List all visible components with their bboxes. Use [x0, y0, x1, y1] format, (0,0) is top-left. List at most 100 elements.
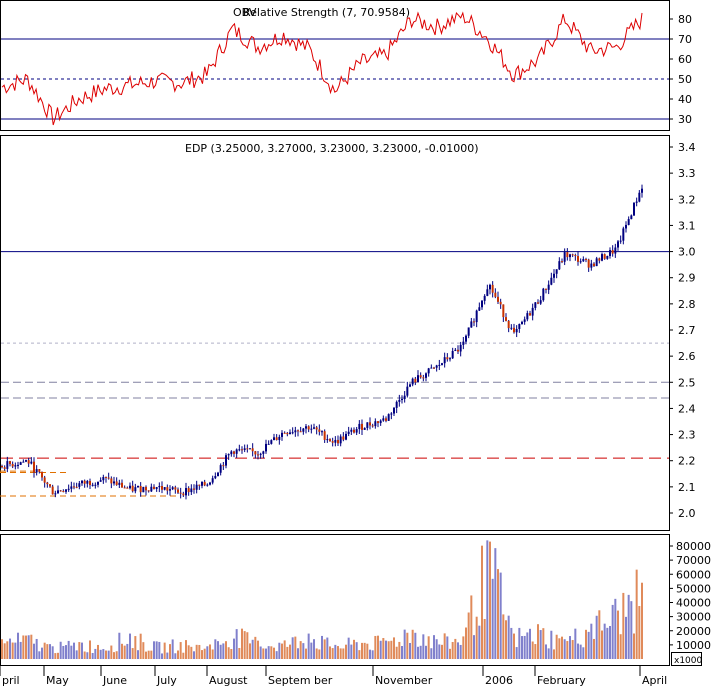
volume-bar: [129, 633, 131, 659]
candle-body: [211, 478, 214, 483]
candle-body: [430, 367, 433, 369]
candle-body: [113, 481, 115, 484]
volume-bar: [566, 641, 569, 659]
volume-bar: [361, 642, 363, 659]
volume-bar: [126, 643, 129, 659]
candle-body: [406, 386, 409, 396]
volume-bar: [563, 639, 566, 659]
volume-bar: [99, 649, 102, 659]
volume-bar: [483, 618, 486, 659]
volume-bar: [179, 642, 182, 659]
candle-body: [483, 295, 486, 301]
x-tick-label: 2006: [485, 674, 513, 687]
volume-bar: [177, 650, 179, 659]
volume-bar: [137, 650, 139, 659]
volume-bar: [577, 643, 579, 659]
candle-body: [35, 469, 38, 473]
candle-body: [553, 273, 555, 278]
candle-body: [510, 327, 513, 329]
volume-bar: [297, 648, 299, 659]
candle-body: [401, 399, 403, 401]
price-tick-label: 2.1: [678, 481, 696, 494]
candle-body: [425, 373, 427, 378]
volume-bar: [355, 642, 358, 659]
candle-body: [246, 448, 249, 450]
volume-bar: [537, 624, 539, 659]
volume-bar: [555, 634, 558, 659]
candle-body: [249, 448, 251, 450]
volume-bar: [270, 646, 273, 659]
candle-body: [158, 486, 161, 488]
volume-bar: [147, 650, 150, 659]
candle-body: [494, 292, 497, 297]
candle-body: [505, 317, 507, 321]
volume-bar: [142, 642, 145, 659]
candle-body: [419, 375, 422, 378]
candle-body: [177, 489, 179, 493]
candle-body: [481, 300, 483, 308]
volume-bar: [70, 645, 73, 659]
volume-bar: [497, 569, 499, 659]
candle-body: [470, 321, 473, 328]
candle-body: [539, 300, 542, 304]
volume-bar: [33, 643, 35, 659]
candle-body: [385, 418, 387, 421]
candle-body: [241, 449, 243, 451]
volume-bar: [457, 642, 459, 659]
volume-bar: [51, 646, 54, 659]
volume-bar: [321, 635, 323, 659]
candle-body: [94, 484, 97, 486]
candle-body: [350, 429, 353, 432]
candle-body: [630, 215, 633, 220]
volume-bar: [155, 641, 158, 659]
candle-body: [518, 324, 521, 329]
volume-bar: [265, 648, 267, 659]
volume-bar: [78, 642, 81, 659]
candle-body: [422, 377, 425, 379]
volume-bar: [486, 540, 489, 659]
volume-bar: [115, 651, 118, 659]
volume-bar: [249, 643, 251, 659]
volume-bar: [307, 633, 310, 659]
volume-bar: [227, 647, 230, 659]
rsi-axis: 80 70 60 50 40 30: [669, 13, 692, 126]
candle-body: [326, 439, 329, 441]
volume-tick-label: 40000: [676, 597, 711, 610]
candle-body: [577, 256, 579, 262]
volume-bar: [17, 632, 19, 659]
volume-bar: [574, 628, 577, 659]
candle-body: [371, 425, 374, 427]
volume-bar: [385, 640, 387, 659]
candle-body: [134, 487, 137, 492]
candle-body: [225, 455, 227, 466]
candle-body: [587, 259, 590, 268]
candle-body: [75, 486, 78, 488]
volume-bar: [281, 643, 283, 659]
volume-bar: [131, 648, 134, 659]
volume-bar: [462, 636, 465, 659]
volume-bar: [403, 629, 406, 659]
candle-body: [9, 461, 11, 464]
volume-bar: [3, 643, 6, 659]
rsi-header-relative-strength: Relative Strength (7, 70.9584): [243, 6, 410, 19]
candle-body: [550, 277, 553, 285]
volume-bar: [401, 646, 403, 659]
volume-bar: [206, 646, 209, 659]
volume-bar: [1, 639, 3, 659]
reference-lines: [0, 38, 669, 497]
volume-bar: [523, 635, 526, 659]
candle-body: [611, 250, 614, 254]
candle-body: [323, 431, 326, 440]
volume-bar: [43, 642, 46, 659]
price-tick-label: 2.3: [678, 429, 696, 442]
volume-bar: [318, 649, 321, 659]
candle-body: [187, 488, 190, 493]
volume-bar: [358, 650, 361, 659]
volume-bar: [203, 648, 206, 659]
volume-bar: [14, 642, 17, 659]
candle-body: [574, 255, 577, 257]
candle-body: [529, 313, 531, 316]
volume-bar: [182, 652, 185, 659]
candle-body: [147, 490, 150, 492]
volume-tick-label: 30000: [676, 611, 711, 624]
